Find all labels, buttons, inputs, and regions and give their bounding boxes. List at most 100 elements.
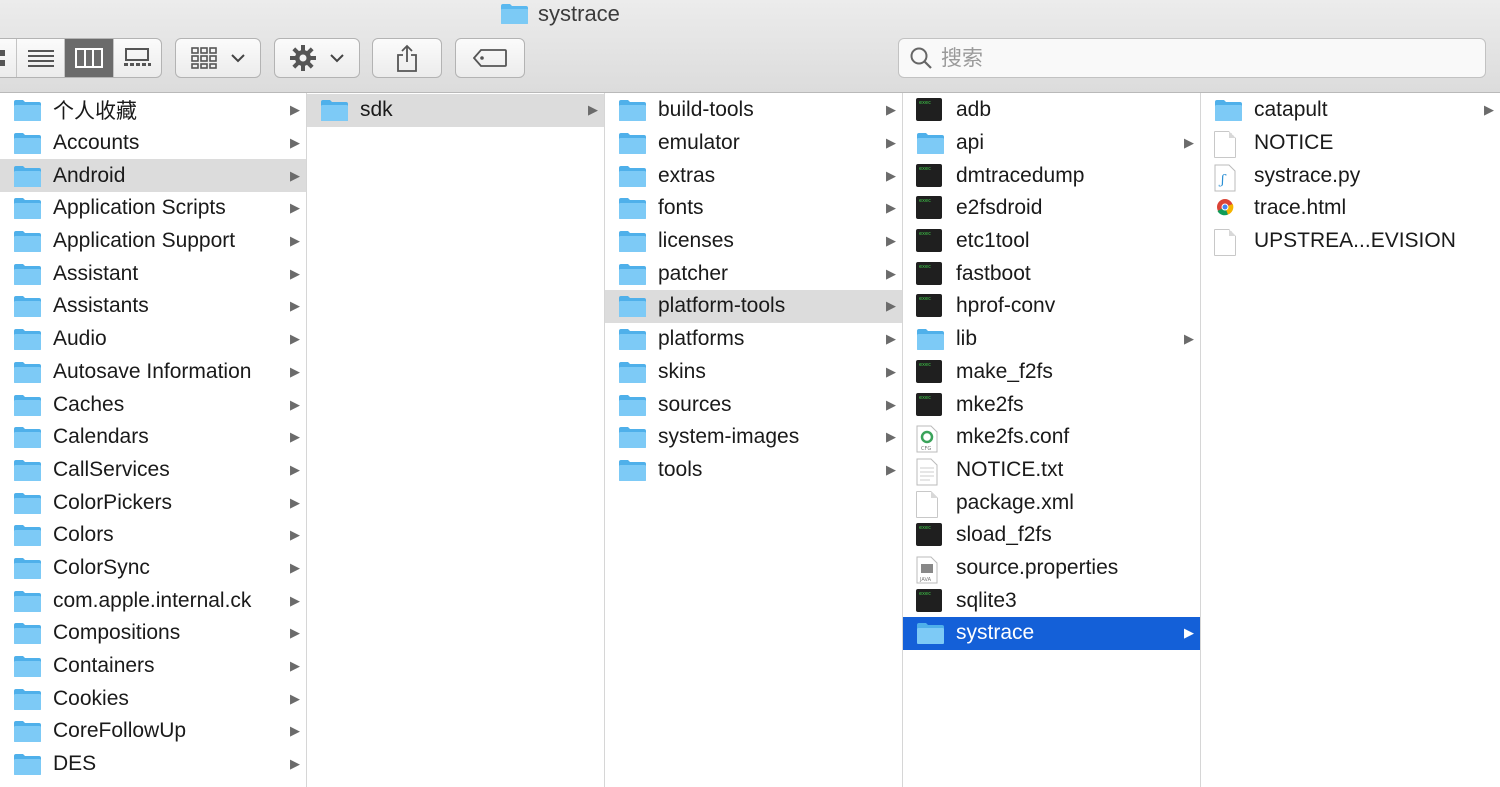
folder-row[interactable]: Caches ▶: [0, 388, 306, 421]
folder-row[interactable]: ColorSync ▶: [0, 552, 306, 585]
disclosure-arrow-icon: ▶: [290, 625, 300, 641]
folder-row[interactable]: lib ▶: [903, 323, 1200, 356]
folder-row[interactable]: Application Scripts ▶: [0, 192, 306, 225]
disclosure-arrow-icon: ▶: [886, 200, 896, 216]
item-label: CoreFollowUp: [53, 719, 187, 743]
disclosure-arrow-icon: ▶: [886, 265, 896, 281]
folder-row[interactable]: Calendars ▶: [0, 421, 306, 454]
action-menu-button[interactable]: [274, 38, 360, 78]
folder-row[interactable]: Colors ▶: [0, 519, 306, 552]
folder-row[interactable]: api ▶: [903, 127, 1200, 160]
icon-view-button[interactable]: [0, 39, 16, 77]
folder-icon: [1214, 98, 1243, 122]
disclosure-arrow-icon: ▶: [1184, 625, 1194, 641]
folder-row[interactable]: 个人收藏 ▶: [0, 94, 306, 127]
file-row[interactable]: make_f2fs: [903, 356, 1200, 389]
folder-row[interactable]: DES ▶: [0, 748, 306, 781]
folder-icon: [320, 98, 349, 122]
folder-row[interactable]: Cookies ▶: [0, 682, 306, 715]
item-label: lib: [956, 327, 978, 351]
exec-icon: [916, 588, 945, 613]
disclosure-arrow-icon: ▶: [886, 135, 896, 151]
file-row[interactable]: package.xml: [903, 486, 1200, 519]
disclosure-arrow-icon: ▶: [886, 331, 896, 347]
folder-row[interactable]: build-tools ▶: [605, 94, 902, 127]
folder-row[interactable]: sdk ▶: [307, 94, 604, 127]
column-android: sdk ▶: [307, 93, 605, 787]
file-row[interactable]: mke2fs: [903, 388, 1200, 421]
folder-row[interactable]: Autosave Information ▶: [0, 356, 306, 389]
gallery-view-button[interactable]: [112, 39, 161, 77]
file-row[interactable]: NOTICE.txt: [903, 454, 1200, 487]
folder-row[interactable]: Assistant ▶: [0, 257, 306, 290]
share-button[interactable]: [372, 38, 442, 78]
folder-row[interactable]: CoreFollowUp ▶: [0, 715, 306, 748]
folder-row[interactable]: patcher ▶: [605, 257, 902, 290]
folder-row[interactable]: platform-tools ▶: [605, 290, 902, 323]
column-library: 个人收藏 ▶ Accounts ▶ Android ▶ Application Script…: [0, 93, 307, 787]
folder-row[interactable]: platforms ▶: [605, 323, 902, 356]
file-row[interactable]: sload_f2fs: [903, 519, 1200, 552]
search-field[interactable]: [898, 38, 1486, 78]
column-sdk: build-tools ▶ emulator ▶ extras ▶ fonts ▶ licens…: [605, 93, 903, 787]
tags-button[interactable]: [455, 38, 525, 78]
folder-icon: [13, 98, 42, 122]
folder-row[interactable]: emulator ▶: [605, 127, 902, 160]
disclosure-arrow-icon: ▶: [290, 102, 300, 118]
folder-row[interactable]: skins ▶: [605, 356, 902, 389]
item-label: Accounts: [53, 131, 140, 155]
finder-toolbar: systrace: [0, 0, 1500, 93]
folder-row[interactable]: Application Support ▶: [0, 225, 306, 258]
file-row[interactable]: NOTICE: [1201, 127, 1500, 160]
cfg-icon: CFG: [916, 425, 945, 453]
item-label: fastboot: [956, 261, 1031, 285]
item-label: NOTICE.txt: [956, 457, 1064, 481]
search-input[interactable]: [941, 46, 1461, 70]
item-label: Assistants: [53, 294, 149, 318]
file-row[interactable]: sqlite3: [903, 584, 1200, 617]
group-menu-button[interactable]: [175, 38, 261, 78]
item-label: package.xml: [956, 490, 1074, 514]
folder-row[interactable]: fonts ▶: [605, 192, 902, 225]
folder-row[interactable]: catapult ▶: [1201, 94, 1500, 127]
folder-row[interactable]: systrace ▶: [903, 617, 1200, 650]
folder-row[interactable]: Audio ▶: [0, 323, 306, 356]
file-row[interactable]: dmtracedump: [903, 159, 1200, 192]
list-view-icon: [27, 50, 54, 67]
disclosure-arrow-icon: ▶: [1484, 102, 1494, 118]
file-row[interactable]: JAVA source.properties: [903, 552, 1200, 585]
file-row[interactable]: trace.html: [1201, 192, 1500, 225]
folder-row[interactable]: Containers ▶: [0, 650, 306, 683]
folder-row[interactable]: system-images ▶: [605, 421, 902, 454]
file-row[interactable]: UPSTREA...EVISION: [1201, 225, 1500, 258]
file-row[interactable]: ʃ systrace.py: [1201, 159, 1500, 192]
column-view-button[interactable]: [64, 39, 113, 77]
file-row[interactable]: adb: [903, 94, 1200, 127]
folder-row[interactable]: extras ▶: [605, 159, 902, 192]
file-row[interactable]: etc1tool: [903, 225, 1200, 258]
tag-icon: [473, 49, 507, 67]
list-view-button[interactable]: [16, 39, 64, 77]
folder-row[interactable]: CallServices ▶: [0, 454, 306, 487]
file-row[interactable]: CFG mke2fs.conf: [903, 421, 1200, 454]
folder-row[interactable]: Android ▶: [0, 159, 306, 193]
folder-row[interactable]: com.apple.internal.ck ▶: [0, 584, 306, 617]
file-row[interactable]: fastboot: [903, 257, 1200, 290]
exec-icon: [916, 523, 945, 547]
svg-text:JAVA: JAVA: [919, 577, 932, 583]
exec-icon: [916, 163, 945, 188]
folder-row[interactable]: licenses ▶: [605, 225, 902, 258]
file-row[interactable]: hprof-conv: [903, 290, 1200, 323]
folder-icon: [916, 327, 945, 351]
folder-row[interactable]: ColorPickers ▶: [0, 486, 306, 519]
folder-icon: [618, 360, 647, 384]
folder-row[interactable]: Assistants ▶: [0, 290, 306, 323]
folder-row[interactable]: Compositions ▶: [0, 617, 306, 650]
gear-icon: [290, 45, 316, 71]
folder-row[interactable]: Accounts ▶: [0, 127, 306, 160]
file-row[interactable]: e2fsdroid: [903, 192, 1200, 225]
folder-row[interactable]: tools ▶: [605, 454, 902, 487]
folder-row[interactable]: sources ▶: [605, 388, 902, 421]
item-label: system-images: [658, 425, 800, 449]
folder-icon: [618, 98, 647, 122]
